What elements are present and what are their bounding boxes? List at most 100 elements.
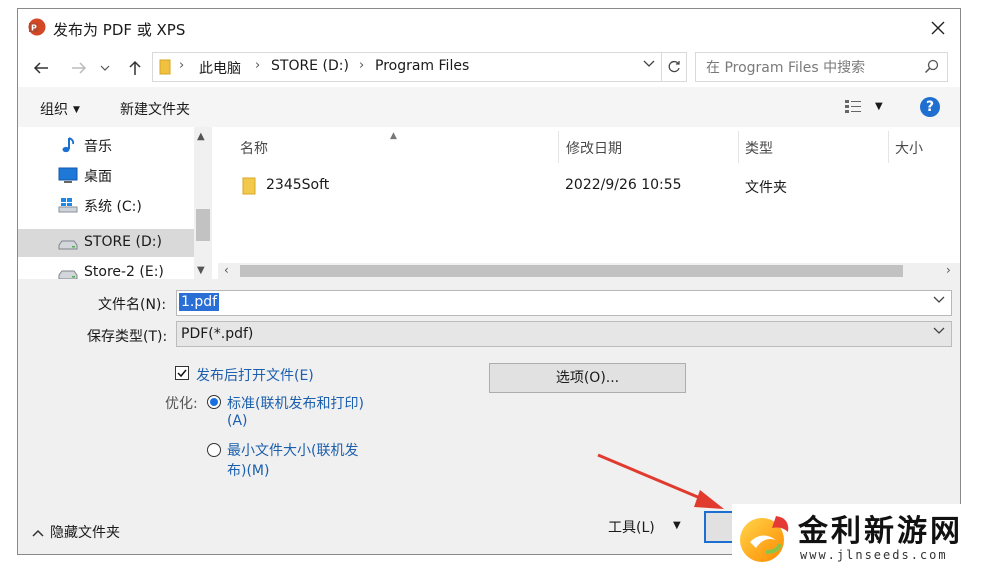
column-header-type[interactable]: 类型 [745, 138, 773, 158]
options-button[interactable]: 选项(O)... [489, 363, 686, 393]
breadcrumb-this-pc[interactable]: 此电脑 [199, 58, 241, 78]
caret-down-icon: ▼ [73, 105, 80, 115]
filename-label: 文件名(N): [98, 297, 167, 313]
scroll-up-icon[interactable]: ▲ [197, 131, 205, 142]
filetype-value: PDF(*.pdf) [181, 326, 254, 342]
nav-item-label: STORE (D:) [84, 234, 162, 250]
tools-menu[interactable]: 工具(L) [608, 517, 655, 537]
optimize-label: 优化: [165, 396, 198, 412]
hide-folders-label: 隐藏文件夹 [50, 525, 120, 541]
back-button[interactable] [30, 57, 52, 79]
title-bar: P 发布为 PDF 或 XPS [18, 9, 960, 49]
organize-menu[interactable]: 组织 ▼ [40, 99, 80, 119]
file-list: ▲ 名称 修改日期 类型 大小 2345Soft 2022/9/26 10:55… [218, 127, 960, 279]
radio-standard[interactable] [207, 395, 221, 409]
chevron-down-icon[interactable] [643, 60, 655, 68]
view-list-icon[interactable] [844, 99, 862, 115]
drive-icon [58, 240, 78, 250]
radio-minimum-size[interactable] [207, 443, 221, 457]
nav-item-desktop[interactable]: 桌面 [18, 161, 194, 189]
publish-dialog: P 发布为 PDF 或 XPS › 此电脑 › STORE (D:) › Pro… [17, 8, 961, 555]
scroll-left-icon[interactable]: ‹ [224, 263, 229, 277]
watermark-name: 金利新游网 [798, 514, 963, 549]
scrollbar-thumb[interactable] [196, 209, 210, 241]
arrow-up-icon [129, 60, 141, 75]
chevron-down-icon[interactable] [933, 296, 945, 304]
breadcrumb-program-files[interactable]: Program Files [375, 58, 469, 74]
caret-down-icon[interactable]: ▼ [673, 520, 681, 531]
close-icon [931, 21, 945, 35]
window-title: 发布为 PDF 或 XPS [53, 21, 186, 39]
file-modified: 2022/9/26 10:55 [565, 177, 682, 193]
nav-item-label: Store-2 (E:) [84, 264, 164, 280]
option-standard-label[interactable]: 标准(联机发布和打印) [227, 393, 364, 413]
file-name: 2345Soft [266, 177, 330, 193]
up-button[interactable] [124, 57, 146, 79]
navigation-pane: 音乐 桌面 系统 (C:) STORE (D:) Store-2 (E:) [18, 127, 194, 280]
organize-label: 组织 [40, 102, 68, 118]
file-browser: 音乐 桌面 系统 (C:) STORE (D:) Store-2 (E:) ▲ … [18, 127, 960, 280]
hide-folders-toggle[interactable]: 隐藏文件夹 [32, 522, 120, 542]
windows-drive-icon [58, 198, 78, 213]
column-divider[interactable] [738, 131, 739, 163]
refresh-icon [668, 60, 680, 73]
table-row[interactable]: 2345Soft 2022/9/26 10:55 文件夹 [236, 173, 956, 199]
nav-item-label: 桌面 [84, 169, 112, 185]
filetype-label: 保存类型(T): [87, 329, 168, 345]
new-folder-button[interactable]: 新建文件夹 [120, 99, 190, 119]
refresh-button[interactable] [661, 52, 687, 82]
close-button[interactable] [924, 14, 952, 42]
powerpoint-icon: P [28, 18, 46, 36]
chevron-down-icon [933, 327, 945, 334]
search-box[interactable] [695, 52, 948, 82]
scrollbar-thumb[interactable] [240, 265, 903, 277]
desktop-icon [58, 167, 78, 183]
recent-locations-button[interactable] [98, 57, 112, 79]
breadcrumb-separator: › [359, 58, 365, 73]
option-standard-accel[interactable]: (A) [227, 413, 248, 429]
folder-icon [159, 59, 171, 75]
open-after-publish-label[interactable]: 发布后打开文件(E) [196, 365, 314, 385]
watermark-url: www.jlnseeds.com [800, 548, 948, 562]
checkmark-icon [177, 369, 187, 378]
view-options-caret-icon[interactable]: ▼ [875, 101, 883, 112]
column-divider[interactable] [558, 131, 559, 163]
command-toolbar: 组织 ▼ 新建文件夹 ▼ ? [18, 87, 960, 127]
nav-item-system-c[interactable]: 系统 (C:) [18, 191, 194, 219]
breadcrumb-separator: › [179, 58, 185, 73]
column-header-modified[interactable]: 修改日期 [566, 138, 622, 158]
folder-icon [242, 177, 256, 195]
breadcrumb-store-d[interactable]: STORE (D:) [271, 58, 349, 74]
arrow-right-icon [72, 62, 87, 74]
scroll-down-icon[interactable]: ▼ [197, 265, 205, 276]
search-input[interactable] [704, 57, 918, 79]
chevron-up-icon [32, 529, 44, 537]
column-header-size[interactable]: 大小 [895, 138, 923, 158]
nav-item-label: 系统 (C:) [84, 199, 142, 215]
file-list-hscrollbar[interactable]: ‹ › [218, 263, 960, 279]
column-header-name[interactable]: 名称 [240, 138, 268, 158]
filetype-select[interactable]: PDF(*.pdf) [176, 321, 952, 347]
scroll-right-icon[interactable]: › [946, 263, 951, 277]
watermark: 金利新游网 www.jlnseeds.com [732, 504, 981, 570]
sort-ascending-icon: ▲ [390, 131, 397, 141]
nav-pane-scrollbar[interactable]: ▲ ▼ [194, 127, 212, 279]
filename-value[interactable]: 1.pdf [179, 293, 220, 311]
file-type: 文件夹 [745, 180, 787, 196]
help-icon[interactable]: ? [920, 97, 940, 117]
option-minimum-accel[interactable]: 布)(M) [227, 460, 269, 480]
music-note-icon [62, 137, 75, 153]
filename-field[interactable]: 1.pdf [176, 290, 952, 316]
nav-item-music[interactable]: 音乐 [18, 131, 194, 159]
breadcrumb-separator: › [255, 58, 261, 73]
open-after-publish-checkbox[interactable] [175, 366, 189, 380]
arrow-left-icon [33, 62, 48, 74]
nav-item-store-d[interactable]: STORE (D:) [18, 229, 194, 257]
chevron-down-icon [100, 65, 110, 71]
column-divider[interactable] [888, 131, 889, 163]
address-bar[interactable]: › 此电脑 › STORE (D:) › Program Files [152, 52, 662, 82]
search-icon [924, 59, 939, 74]
svg-text:P: P [31, 24, 37, 33]
option-minimum-label[interactable]: 最小文件大小(联机发 [227, 440, 358, 460]
forward-button[interactable] [68, 57, 90, 79]
